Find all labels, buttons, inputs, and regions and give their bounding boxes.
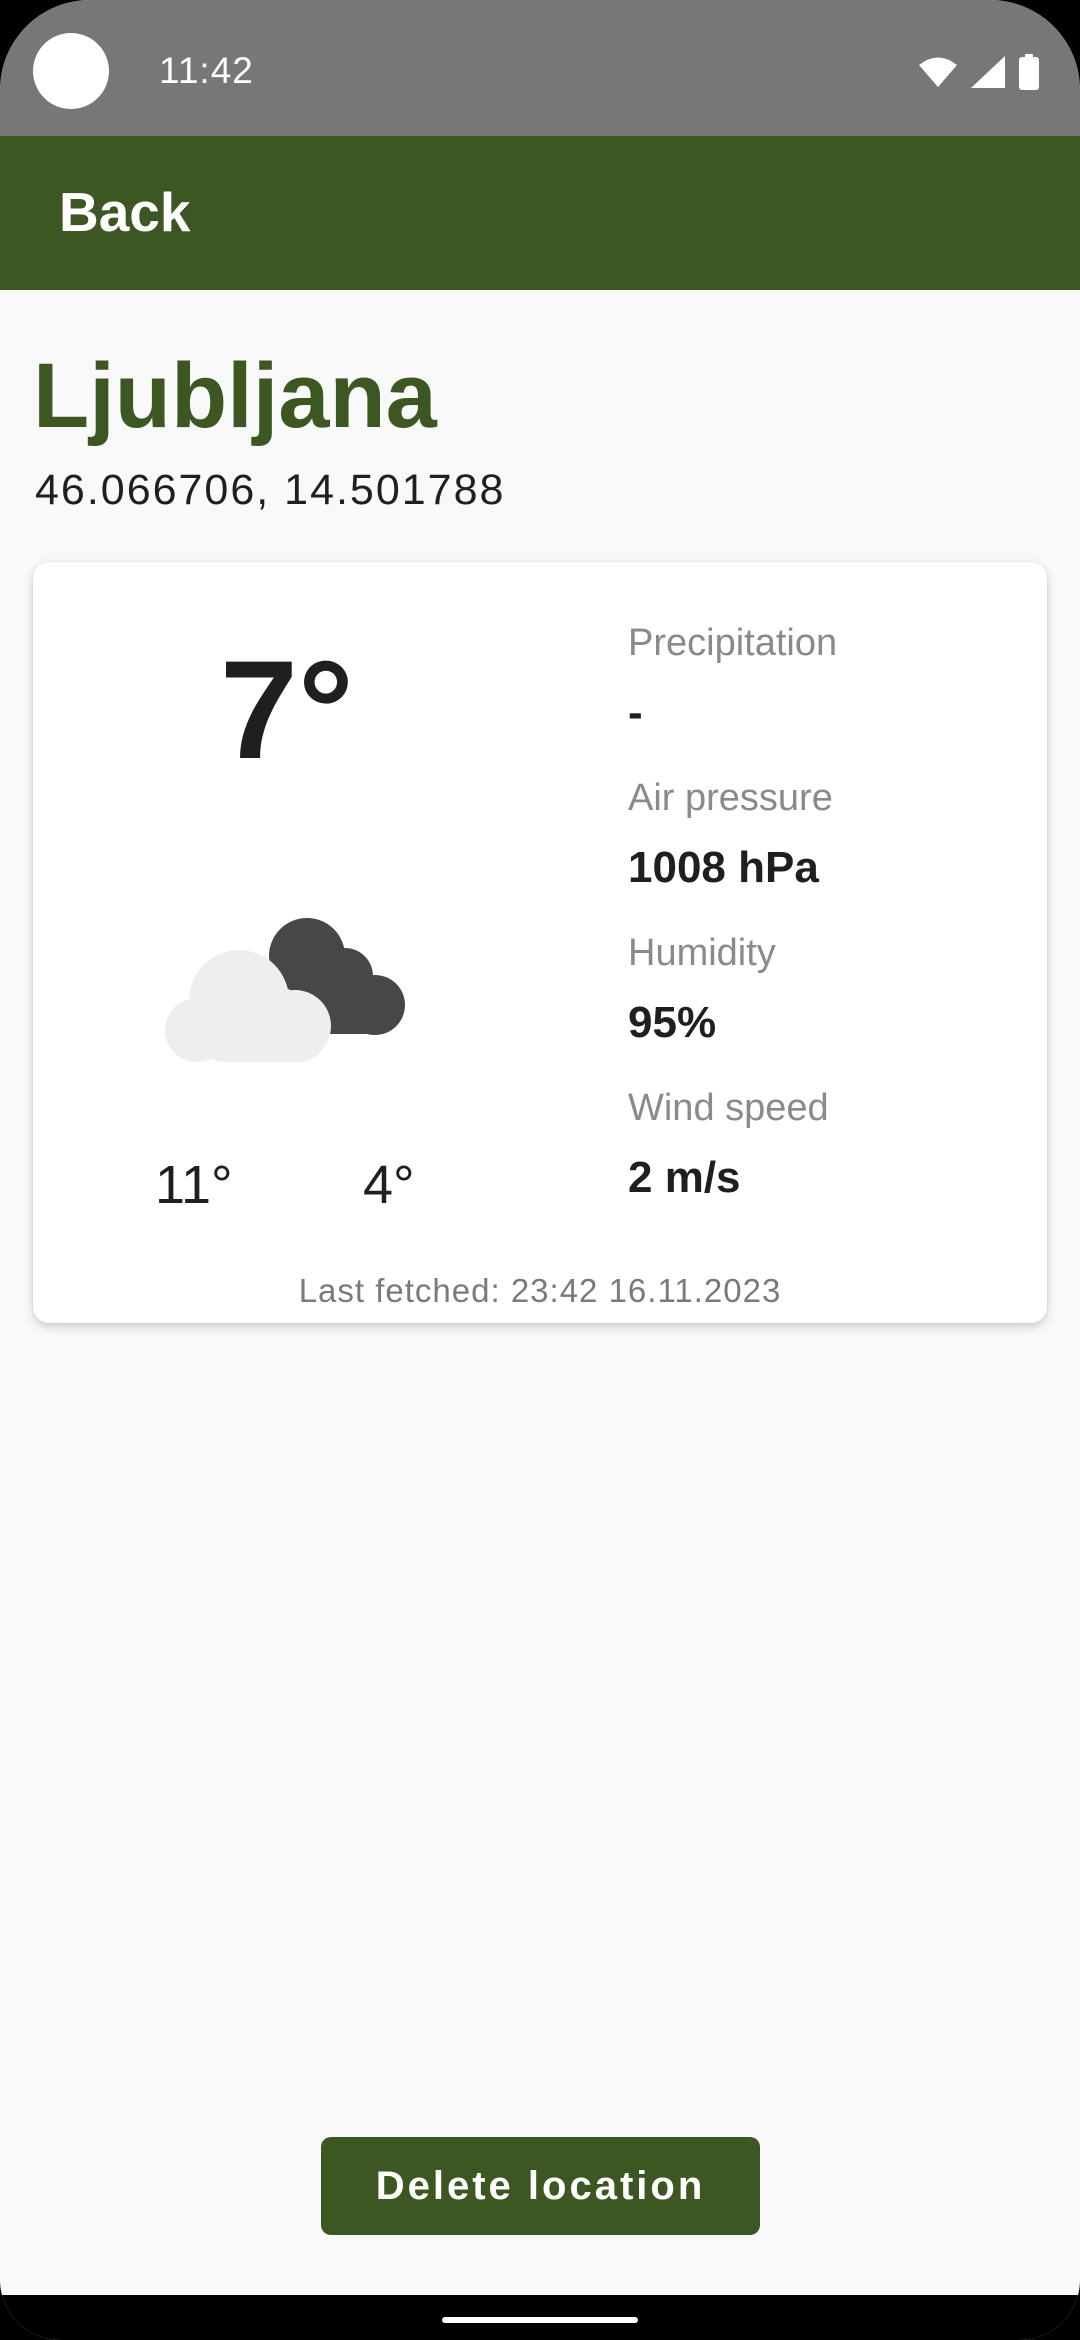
location-coordinates: 46.066706, 14.501788 [35,466,506,514]
back-button[interactable]: Back [59,180,190,244]
wifi-icon [919,57,957,87]
precipitation-value: - [628,688,643,737]
current-temperature: 7° [220,631,354,788]
phone-screen: 11:42 Back Ljubljana 46.066706, 14.50178… [0,0,1080,2340]
status-bar: 11:42 [0,0,1080,136]
weather-card: 7° 11° 4° Precipitation - Air pressure 1… [33,562,1047,1323]
low-temperature: 4° [363,1155,415,1215]
signal-icon [971,56,1005,88]
humidity-label: Humidity [628,932,776,974]
cloudy-night-icon [165,918,405,1062]
status-time: 11:42 [159,50,254,91]
battery-icon [1019,54,1039,90]
last-fetched-timestamp: Last fetched: 23:42 16.11.2023 [298,1272,782,1309]
air-pressure-label: Air pressure [628,777,833,819]
wind-speed-label: Wind speed [628,1087,829,1129]
humidity-value: 95% [628,998,717,1047]
app-bar: Back [0,136,1080,290]
home-indicator[interactable] [442,2317,638,2323]
air-pressure-value: 1008 hPa [628,843,819,892]
navigation-bar [0,2295,1080,2340]
precipitation-label: Precipitation [628,622,838,664]
status-icons [918,54,1040,90]
wind-speed-value: 2 m/s [628,1153,741,1202]
high-temperature: 11° [155,1155,233,1215]
camera-cutout [33,33,109,109]
location-name: Ljubljana [33,345,437,447]
delete-location-button[interactable]: Delete location [321,2137,760,2235]
